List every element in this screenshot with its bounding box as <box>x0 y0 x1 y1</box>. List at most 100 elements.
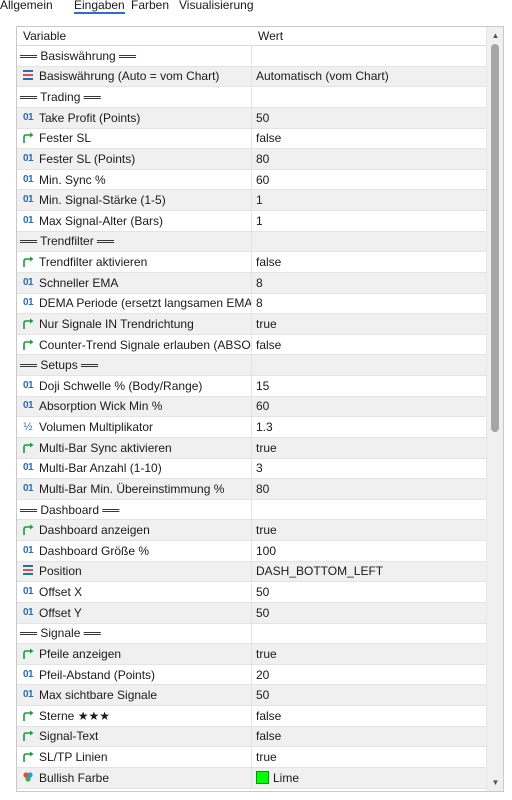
parameter-row[interactable]: 01 Multi-Bar Anzahl (1-10) 3 <box>17 458 487 480</box>
parameter-row[interactable]: Bullish Farbe Lime <box>17 767 487 789</box>
parameter-row[interactable]: 01 Take Profit (Points) 50 <box>17 107 487 129</box>
value-cell[interactable]: true <box>252 747 487 767</box>
value-cell[interactable]: false <box>252 335 487 355</box>
value-cell[interactable]: false <box>252 706 487 726</box>
variable-cell: 01 DEMA Periode (ersetzt langsamen EMA) <box>17 293 252 314</box>
integer-icon: 01 <box>22 173 34 185</box>
variable-cell: 01 Offset X <box>17 582 252 602</box>
variable-cell: 01 Max Signal-Alter (Bars) <box>17 211 252 231</box>
variable-label: Max sichtbare Signale <box>39 688 158 703</box>
integer-icon: 01 <box>22 689 34 701</box>
variable-label: Volumen Multiplikator <box>39 420 154 435</box>
value-cell[interactable]: false <box>252 727 487 747</box>
parameter-row[interactable]: Sterne ★★★ false <box>17 706 487 727</box>
value-cell[interactable]: Automatisch (vom Chart) <box>252 67 487 87</box>
value-text: false <box>256 255 282 270</box>
variable-label: Bullish Farbe <box>39 770 110 785</box>
parameter-row[interactable]: 01 Absorption Wick Min % 60 <box>17 396 487 418</box>
value-cell[interactable]: 8 <box>252 273 487 293</box>
value-cell[interactable]: 3 <box>252 459 487 479</box>
section-row[interactable]: ══ Trading ══ <box>17 87 487 108</box>
parameter-row[interactable]: 01 Max Signal-Alter (Bars) 1 <box>17 211 487 232</box>
scrollbar-thumb[interactable] <box>491 44 499 432</box>
parameter-row[interactable]: Basiswährung (Auto = vom Chart) Automatis… <box>17 66 487 88</box>
value-cell[interactable]: 15 <box>252 376 487 396</box>
integer-icon: 01 <box>22 152 34 164</box>
section-row[interactable]: ══ Basiswährung ══ <box>17 46 487 67</box>
value-cell[interactable]: 1 <box>252 190 487 210</box>
tab-allgemein[interactable]: Allgemein <box>0 0 53 14</box>
parameter-row[interactable]: Counter-Trend Signale erlauben (ABSO... f… <box>17 334 487 356</box>
variable-cell: 01 Doji Schwelle % (Body/Range) <box>17 376 252 396</box>
scroll-up-arrow-icon[interactable]: ▲ <box>487 27 503 44</box>
value-cell[interactable]: 8 <box>252 294 487 314</box>
value-text: 80 <box>256 151 270 166</box>
parameter-row[interactable]: 01 DEMA Periode (ersetzt langsamen EMA) 8 <box>17 293 487 315</box>
parameter-row[interactable]: 01 Dashboard Größe % 100 <box>17 541 487 562</box>
value-cell[interactable]: 50 <box>252 685 487 705</box>
fraction-icon: ½ <box>23 421 33 434</box>
color-swatch[interactable] <box>256 771 269 785</box>
variable-label: Take Profit (Points) <box>39 110 141 125</box>
value-cell[interactable]: 50 <box>252 108 487 128</box>
variable-cell: 01 Schneller EMA <box>17 272 252 293</box>
value-cell[interactable]: 20 <box>252 665 487 685</box>
parameter-row[interactable]: Nur Signale IN Trendrichtung true <box>17 314 487 335</box>
value-cell[interactable]: false <box>252 129 487 149</box>
parameter-row[interactable]: 01 Schneller EMA 8 <box>17 272 487 294</box>
variable-label: Pfeil-Abstand (Points) <box>39 667 156 682</box>
scroll-down-arrow-icon[interactable]: ▼ <box>487 774 503 791</box>
variable-label: Fester SL (Points) <box>39 151 136 166</box>
value-cell[interactable]: 1 <box>252 211 487 231</box>
value-cell[interactable]: 80 <box>252 479 487 499</box>
value-cell[interactable]: 50 <box>252 603 487 623</box>
value-cell[interactable]: 60 <box>252 170 487 190</box>
parameter-row[interactable]: 01 Offset Y 50 <box>17 602 487 624</box>
tab-eingaben[interactable]: Eingaben <box>74 0 125 14</box>
value-cell[interactable]: true <box>252 438 487 458</box>
value-cell[interactable]: true <box>252 520 487 540</box>
value-text: 8 <box>256 275 263 290</box>
tab-visualisierung[interactable]: Visualisierung <box>179 0 254 14</box>
parameter-row[interactable]: Trendfilter aktivieren false <box>17 252 487 273</box>
parameter-row[interactable]: 01 Max sichtbare Signale 50 <box>17 685 487 706</box>
value-cell[interactable]: 100 <box>252 541 487 561</box>
parameter-row[interactable]: 01 Offset X 50 <box>17 582 487 603</box>
column-header-variable[interactable]: Variable <box>17 27 252 46</box>
value-cell[interactable]: true <box>252 314 487 334</box>
parameter-row[interactable]: SL/TP Linien true <box>17 747 487 768</box>
parameter-row[interactable]: ½ Volumen Multiplikator 1.3 <box>17 417 487 438</box>
parameter-row[interactable]: 01 Min. Signal-Stärke (1-5) 1 <box>17 190 487 211</box>
value-cell[interactable]: 60 <box>252 397 487 417</box>
value-cell[interactable]: Lime <box>252 768 487 788</box>
value-cell[interactable]: DASH_BOTTOM_LEFT <box>252 562 487 582</box>
parameter-row[interactable]: 01 Pfeil-Abstand (Points) 20 <box>17 664 487 686</box>
parameter-row[interactable]: Fester SL false <box>17 128 487 150</box>
variable-label: Fester SL <box>39 131 92 146</box>
value-cell[interactable]: false <box>252 252 487 272</box>
column-header-value[interactable]: Wert <box>252 27 487 46</box>
section-row[interactable]: ══ Setups ══ <box>17 355 487 376</box>
section-row[interactable]: ══ Signale ══ <box>17 623 487 645</box>
parameter-row[interactable]: 01 Doji Schwelle % (Body/Range) 15 <box>17 376 487 397</box>
boolean-arrow-icon <box>20 647 36 661</box>
vertical-scrollbar[interactable]: ▲ ▼ <box>486 27 503 791</box>
section-row[interactable]: ══ Dashboard ══ <box>17 499 487 521</box>
parameter-row[interactable]: 01 Fester SL (Points) 80 <box>17 149 487 170</box>
parameter-row[interactable]: 01 Multi-Bar Min. Übereinstimmung % 80 <box>17 479 487 500</box>
variable-cell: 01 Multi-Bar Min. Übereinstimmung % <box>17 479 252 499</box>
section-row[interactable]: ══ Trendfilter ══ <box>17 231 487 253</box>
variable-cell: Signal-Text <box>17 726 252 747</box>
parameter-row[interactable]: 01 Min. Sync % 60 <box>17 169 487 191</box>
parameter-row[interactable]: Position DASH_BOTTOM_LEFT <box>17 561 487 583</box>
value-cell[interactable]: 1.3 <box>252 417 487 437</box>
value-cell[interactable]: 80 <box>252 149 487 169</box>
parameter-row[interactable]: Dashboard anzeigen true <box>17 520 487 541</box>
value-cell[interactable]: true <box>252 644 487 664</box>
variable-label: ══ Dashboard ══ <box>20 502 120 517</box>
parameter-row[interactable]: Pfeile anzeigen true <box>17 644 487 665</box>
parameter-row[interactable]: Signal-Text false <box>17 726 487 748</box>
parameter-row[interactable]: Multi-Bar Sync aktivieren true <box>17 437 487 459</box>
tab-farben[interactable]: Farben <box>131 0 169 14</box>
value-cell[interactable]: 50 <box>252 582 487 602</box>
